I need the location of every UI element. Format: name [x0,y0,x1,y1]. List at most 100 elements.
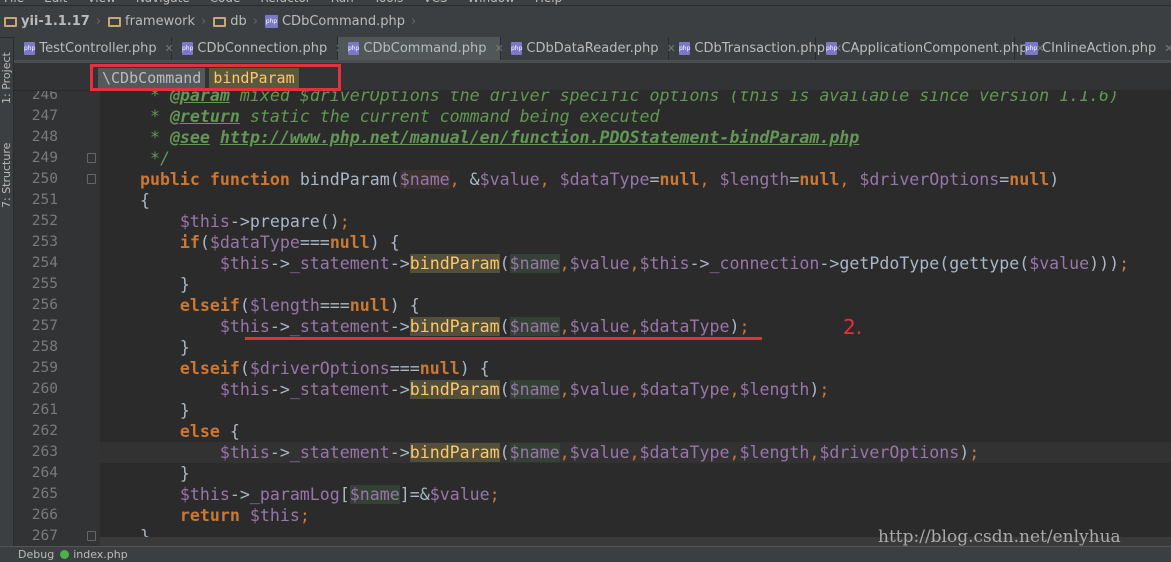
code-line: } [100,463,1171,484]
fold-marker-icon[interactable] [87,153,96,163]
line-number: 248 [31,129,58,145]
code-token: $length [739,443,810,462]
code-token: $value [569,380,630,399]
code-line: $this->_statement->bindParam($name,$valu… [100,253,1171,274]
tab-label: CDbCommand.php [363,41,487,56]
code-token: _statement [289,380,390,399]
highlight-box: \CDbCommand bindParam [90,64,341,91]
tab-cdbconnection[interactable]: phpCDbConnection.php✕ [172,37,344,60]
tool-window-strip: 1: Project 7: Structure [0,38,14,546]
code-token: $length [249,296,320,315]
close-icon[interactable]: ✕ [1164,42,1171,55]
fold-marker-icon[interactable] [87,174,96,184]
code-line: public function bindParam($name, &$value… [100,169,1171,190]
navigation-bar: \CDbCommand bindParam [14,63,1171,91]
code-token: bindParam [409,443,500,462]
fold-marker-icon[interactable] [87,531,96,541]
code-token: ))) [1089,254,1120,273]
breadcrumb-item[interactable]: yii-1.1.17 [0,14,93,29]
line-number: 262 [31,423,58,439]
code-token: $value [479,170,540,189]
code-token: ; [339,212,350,231]
line-number: 253 [31,234,58,250]
code-token: $dataType [639,443,730,462]
tab-cdbtransaction[interactable]: php CDbTransaction.php ✕ [669,37,842,60]
code-line: $this->_statement->bindParam($name,$valu… [100,442,1171,463]
code-token: $value [569,254,630,273]
code-token: -> [389,317,410,336]
code-token: $length [739,380,810,399]
code-editor[interactable]: * @param mixed $driverOptions the driver… [100,91,1171,546]
debug-label[interactable]: Debug [18,548,54,562]
breadcrumb-item[interactable]: php CDbCommand.php [261,14,408,29]
code-token: null [349,296,390,315]
code-token: -> [819,254,840,273]
code-token: ( [239,296,250,315]
code-token: ; [299,506,310,525]
code-line: elseif($length===null) { [100,295,1171,316]
php-file-icon: php [24,42,36,55]
code-token: $this [100,212,230,231]
code-line: elseif($driverOptions===null) { [100,358,1171,379]
code-line: $this->prepare(); [100,211,1171,232]
code-token: $name [509,380,560,399]
code-token: * [100,128,170,147]
code-token: , [559,443,570,462]
code-token: , [629,317,640,336]
code-token: _statement [289,317,390,336]
code-token: , [699,170,720,189]
code-token: $name [509,254,560,273]
tab-capplicationcomponent[interactable]: php CApplicationComponent.php ✕ [816,37,1045,60]
line-number: 250 [31,171,58,187]
code-token: _paramLog [249,485,340,504]
debug-file[interactable]: index.php [73,548,128,562]
nav-method[interactable]: bindParam [209,67,299,88]
code-token: @param [169,91,230,105]
folder-icon [213,16,227,27]
line-number: 247 [31,108,58,124]
tab-cdbdatareader[interactable]: php CDbDataReader.php ✕ [501,37,676,60]
code-token: mixed $driverOptions the driver specific… [229,91,1120,105]
tab-cinlineaction[interactable]: php CInlineAction.php ✕ [1015,37,1171,60]
breadcrumb-label: yii-1.1.17 [21,14,90,29]
line-number: 264 [31,465,58,481]
project-tool-tab[interactable]: 1: Project [0,42,14,104]
line-number: 252 [31,213,58,229]
code-token: === [389,359,420,378]
code-token: ->prepare() [229,212,340,231]
code-token: $value [569,443,630,462]
code-token: , [449,170,470,189]
breadcrumb-item[interactable]: framework [104,14,198,29]
line-number: 251 [31,192,58,208]
code-token: ; [1119,254,1130,273]
code-token: ) [729,317,740,336]
tab-testcontroller[interactable]: php TestController.php ✕ [14,37,174,60]
breadcrumb-label: CDbCommand.php [281,14,406,29]
line-number: 257 [31,318,58,334]
code-token: -> [269,380,290,399]
code-token: -> [269,443,290,462]
structure-tool-tab[interactable]: 7: Structure [0,128,14,208]
code-token: bindParam [409,380,500,399]
code-token: _connection [709,254,820,273]
code-line: } [100,400,1171,421]
breadcrumb-item[interactable]: db [209,14,250,29]
watermark: http://blog.csdn.net/enlyhua [878,527,1121,547]
code-line: { [100,190,1171,211]
code-token: static the current command being execute… [239,107,660,126]
php-file-icon: php [182,42,194,55]
code-token: $dataType [559,170,650,189]
code-line: * @return static the current command bei… [100,106,1171,127]
code-token: $dataType [209,233,300,252]
code-token: , [559,317,570,336]
nav-class[interactable]: \CDbCommand [98,67,206,88]
code-token: { [229,422,240,441]
code-token: elseif [100,359,240,378]
tab-cdbcommand[interactable]: php CDbCommand.php ✕ [338,37,504,60]
code-token: $dataType [639,317,730,336]
code-token: $this [639,254,690,273]
code-token: null [659,170,700,189]
code-token: ( [499,443,510,462]
code-token: public function [100,170,300,189]
code-token: , [539,170,560,189]
